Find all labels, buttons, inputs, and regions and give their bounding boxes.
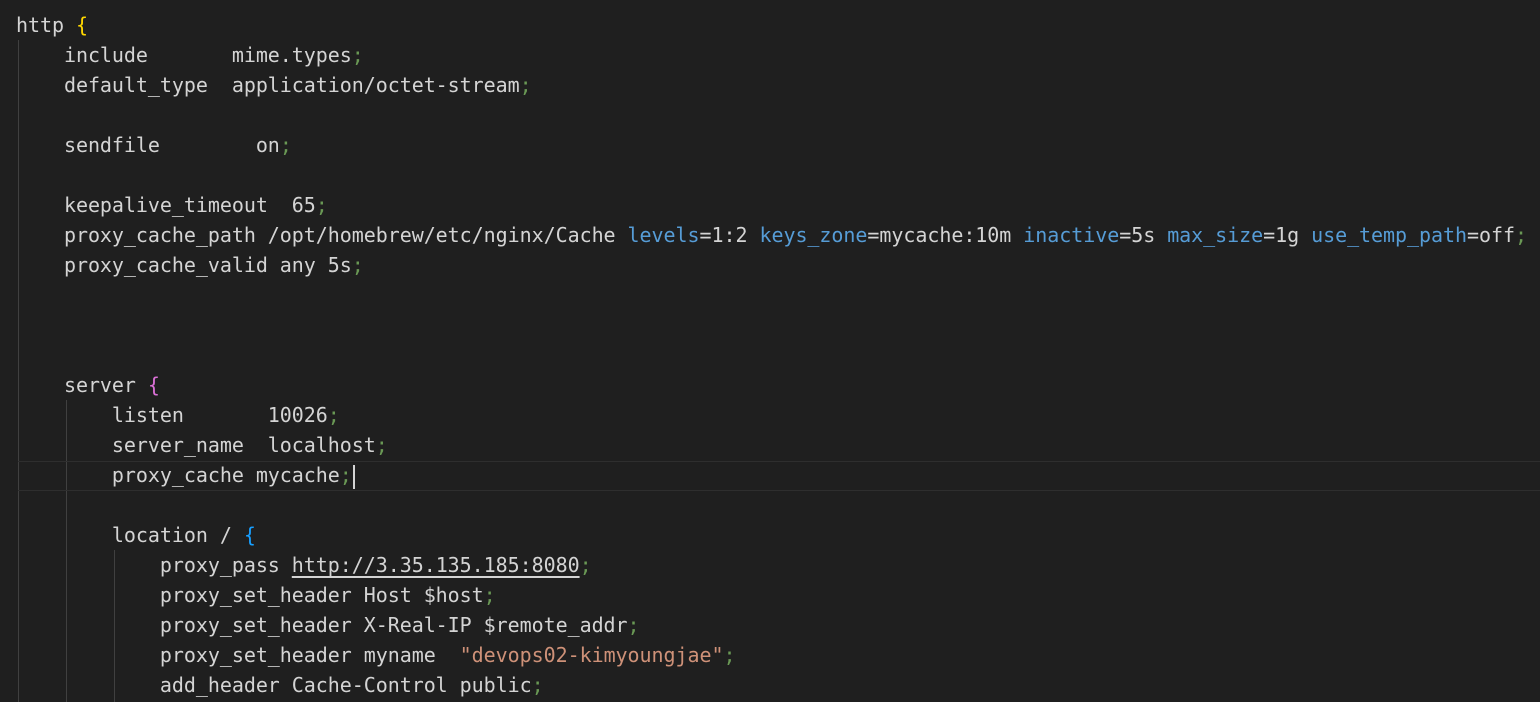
brace-open: { [75,13,88,37]
semicolon: ; [339,463,352,487]
attr-inactive: inactive [1023,223,1120,247]
semicolon: ; [531,673,544,697]
attr-value: =mycache:10m [867,223,1024,247]
code-text: http [16,13,76,37]
attr-value: =off [1466,223,1515,247]
code-line-1[interactable]: http { [16,10,88,40]
semicolon: ; [351,253,364,277]
semicolon: ; [351,43,364,67]
attr-value: =1:2 [699,223,760,247]
semicolon: ; [483,583,496,607]
code-line-12[interactable]: location / { [16,520,256,550]
code-text: keepalive_timeout 65 [16,193,316,217]
code-text: listen 10026 [16,403,328,427]
code-line-10[interactable]: server_name localhost; [16,430,388,460]
semicolon: ; [1514,223,1527,247]
attr-value: =5s [1119,223,1168,247]
code-line-6[interactable]: proxy_cache_path /opt/homebrew/etc/nginx… [16,220,1527,250]
code-line-7[interactable]: proxy_cache_valid any 5s; [16,250,364,280]
code-line-3[interactable]: default_type application/octet-stream; [16,70,532,100]
semicolon: ; [375,433,388,457]
code-text: server_name localhost [16,433,376,457]
code-text: server [16,373,148,397]
code-line-4[interactable]: sendfile on; [16,130,292,160]
code-text: include mime.types [16,43,352,67]
attr-use-temp-path: use_temp_path [1311,223,1467,247]
code-text: proxy_cache mycache [16,463,340,487]
attr-keys-zone: keys_zone [759,223,868,247]
text-cursor [352,464,355,489]
code-text: default_type application/octet-stream [16,73,520,97]
semicolon: ; [627,613,640,637]
code-text: proxy_cache_path /opt/homebrew/etc/nginx… [16,223,628,247]
code-line-8[interactable]: server { [16,370,160,400]
semicolon: ; [327,403,340,427]
semicolon: ; [315,193,328,217]
code-text: add_header Cache-Control public [16,673,532,697]
semicolon: ; [519,73,532,97]
code-line-16[interactable]: proxy_set_header myname "devops02-kimyou… [16,640,736,670]
code-text: sendfile on [16,133,280,157]
code-line-17[interactable]: add_header Cache-Control public; [16,670,544,700]
code-line-9[interactable]: listen 10026; [16,400,340,430]
code-line-11[interactable]: proxy_cache mycache; [16,460,355,490]
code-line-5[interactable]: keepalive_timeout 65; [16,190,328,220]
code-text: proxy_cache_valid any 5s [16,253,352,277]
code-line-15[interactable]: proxy_set_header X-Real-IP $remote_addr; [16,610,640,640]
code-text: proxy_set_header X-Real-IP $remote_addr [16,613,628,637]
string-literal: "devops02-kimyoungjae" [459,643,724,667]
code-text: location / [16,523,244,547]
attr-levels: levels [627,223,700,247]
code-editor[interactable]: http { include mime.types; default_type … [0,0,1540,702]
semicolon: ; [723,643,736,667]
attr-max-size: max_size [1167,223,1264,247]
code-line-2[interactable]: include mime.types; [16,40,364,70]
attr-value: =1g [1263,223,1312,247]
brace-open: { [243,523,256,547]
semicolon: ; [279,133,292,157]
brace-open: { [147,373,160,397]
code-line-13[interactable]: proxy_pass http://3.35.135.185:8080; [16,550,592,580]
proxy-pass-url-link[interactable]: http://3.35.135.185:8080 [292,553,580,577]
code-text: proxy_pass [16,553,292,577]
semicolon: ; [579,553,592,577]
code-text: proxy_set_header myname [16,643,460,667]
code-text: proxy_set_header Host $host [16,583,484,607]
code-line-14[interactable]: proxy_set_header Host $host; [16,580,496,610]
